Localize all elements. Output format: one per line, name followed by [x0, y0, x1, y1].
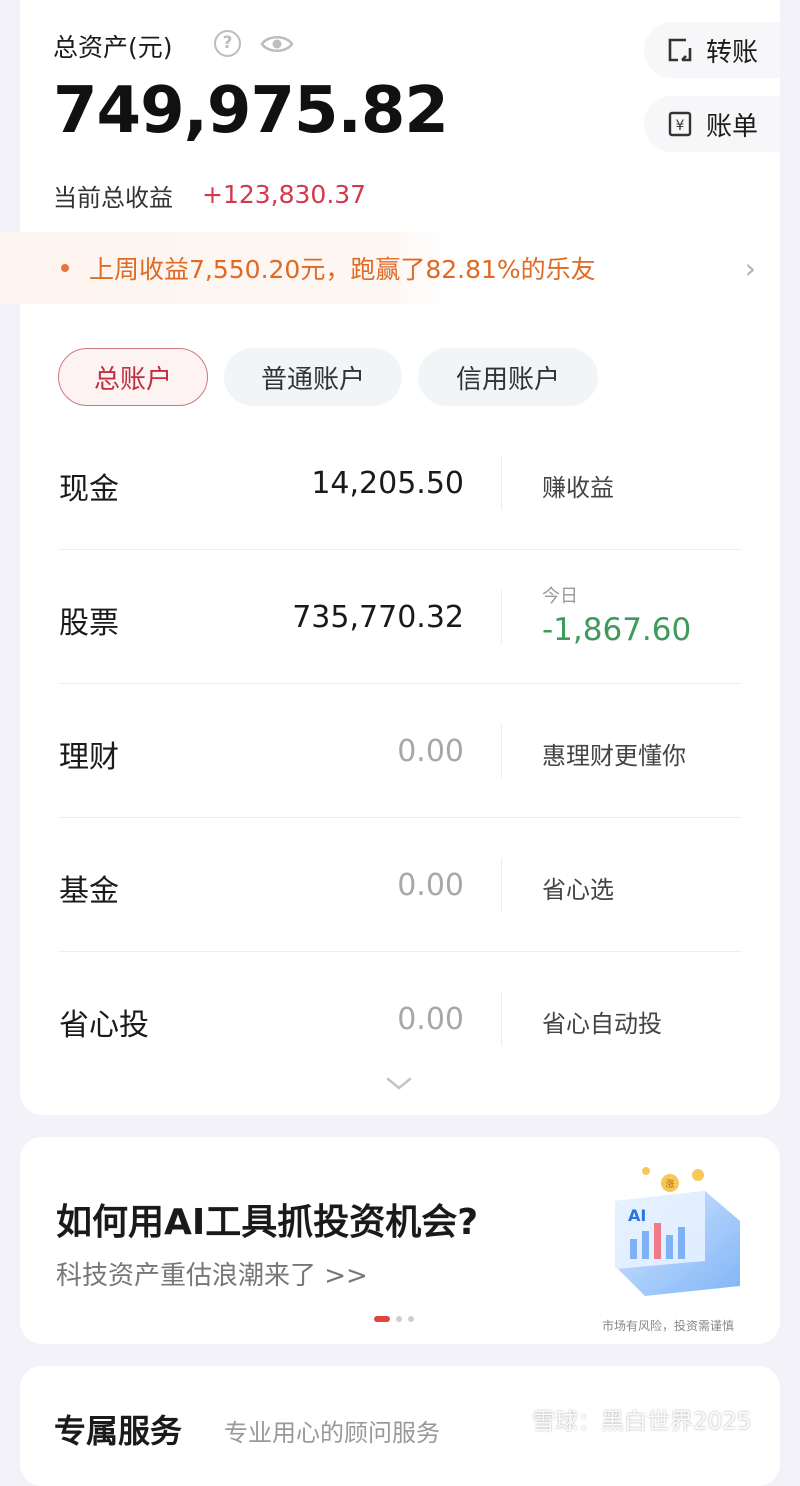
total-income-label: 当前总收益 [53, 184, 173, 212]
divider [501, 992, 502, 1046]
divider [501, 590, 502, 644]
risk-disclaimer: 市场有风险，投资需谨慎 [602, 1319, 735, 1333]
transfer-label: 转账 [706, 37, 759, 68]
asset-side-link[interactable]: 赚收益 [542, 468, 614, 503]
asset-row-fund[interactable]: 基金 0.00 省心选 [58, 818, 742, 952]
divider [501, 858, 502, 912]
promo-title: 如何用AI工具抓投资机会? [56, 1202, 479, 1243]
carousel-dot-active [374, 1316, 390, 1322]
carousel-indicator [374, 1316, 414, 1322]
total-assets-label: 总资产(元) [53, 33, 173, 62]
asset-value: 0.00 [397, 1002, 464, 1037]
tab-normal-account[interactable]: 普通账户 [224, 348, 402, 406]
weekly-income-banner[interactable]: 上周收益7,550.20元，跑赢了82.81%的乐友 › [0, 232, 780, 304]
asset-row-stock[interactable]: 股票 735,770.32 今日 -1,867.60 [58, 550, 742, 684]
tab-credit-account[interactable]: 信用账户 [418, 348, 598, 406]
bill-label: 账单 [706, 111, 759, 142]
transfer-icon [668, 38, 692, 62]
svg-text:¥: ¥ [676, 118, 685, 134]
asset-value: 735,770.32 [292, 600, 464, 635]
illustration-ai-label: AI [628, 1206, 646, 1225]
asset-side-link[interactable]: 省心自动投 [542, 1004, 662, 1039]
bill-button[interactable]: ¥ 账单 [644, 96, 780, 152]
promo-subtitle[interactable]: 科技资产重估浪潮来了 >> [56, 1255, 368, 1292]
illustration-rise-badge: 涨 [665, 1179, 674, 1190]
eye-icon[interactable] [260, 33, 294, 55]
asset-row-auto-invest[interactable]: 省心投 0.00 省心自动投 [58, 952, 742, 1086]
asset-name: 基金 [59, 874, 119, 909]
carousel-dot [396, 1316, 402, 1322]
weekly-income-text: 上周收益7,550.20元，跑赢了82.81%的乐友 [89, 255, 596, 284]
asset-name: 股票 [59, 606, 119, 641]
promo-card[interactable]: 如何用AI工具抓投资机会? 科技资产重估浪潮来了 >> AI 涨 市场有风险，投… [20, 1137, 780, 1344]
ai-chart-illustration: AI 涨 [615, 1167, 740, 1296]
total-assets-amount: 749,975.82 [53, 74, 449, 148]
watermark: 雪球：黑白世界2025 [532, 1409, 752, 1435]
asset-name: 省心投 [59, 1008, 149, 1043]
chevron-right-icon: › [744, 252, 756, 285]
help-icon[interactable]: ? [214, 30, 241, 57]
today-label: 今日 [542, 586, 578, 607]
service-title: 专属服务 [54, 1412, 183, 1450]
bill-icon: ¥ [668, 111, 692, 137]
tab-total-account[interactable]: 总账户 [58, 348, 208, 406]
asset-card: 总资产(元) ? 749,975.82 当前总收益 +123,830.37 转账… [0, 0, 780, 1115]
asset-value: 0.00 [397, 734, 464, 769]
asset-row-cash[interactable]: 现金 14,205.50 赚收益 [58, 416, 742, 550]
asset-value: 14,205.50 [311, 466, 464, 501]
asset-value: 0.00 [397, 868, 464, 903]
chevron-down-icon[interactable] [385, 1076, 413, 1092]
transfer-button[interactable]: 转账 [644, 22, 780, 78]
today-pnl-value: -1,867.60 [542, 612, 692, 648]
asset-name: 理财 [59, 740, 119, 775]
asset-name: 现金 [59, 472, 119, 507]
bullet-dot [61, 264, 69, 272]
total-income-value: +123,830.37 [202, 180, 367, 209]
divider [501, 724, 502, 778]
asset-side-link[interactable]: 惠理财更懂你 [542, 736, 686, 771]
asset-side-link[interactable]: 省心选 [542, 870, 614, 905]
service-subtitle: 专业用心的顾问服务 [224, 1419, 440, 1447]
divider [501, 456, 502, 510]
asset-row-wealth[interactable]: 理财 0.00 惠理财更懂你 [58, 684, 742, 818]
carousel-dot [408, 1316, 414, 1322]
